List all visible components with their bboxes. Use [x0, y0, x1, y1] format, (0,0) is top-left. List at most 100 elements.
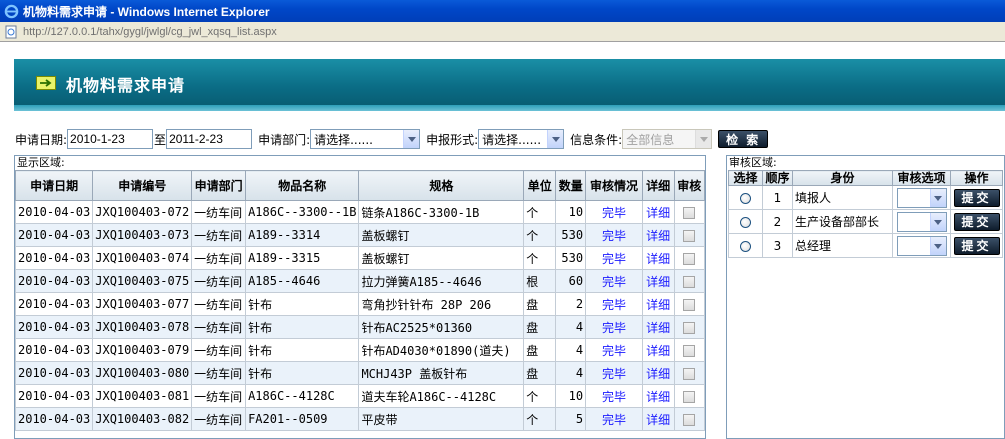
dept-select[interactable]: 请选择...... [310, 129, 421, 149]
status-link[interactable]: 完毕 [602, 344, 626, 358]
audit-row: 3 总经理 提交 [728, 233, 1003, 258]
status-link[interactable]: 完毕 [602, 275, 626, 289]
select-radio[interactable] [740, 240, 751, 252]
page-title: 机物料需求申请 [66, 76, 186, 95]
chevron-down-icon[interactable] [929, 189, 946, 207]
table-row: 2010-04-03 JXQ100403-078 一纺车间 针布 针布AC252… [15, 315, 705, 339]
cell-unit: 个 [523, 223, 557, 247]
cell-dept: 一纺车间 [191, 407, 247, 431]
cell-name: A186C--3300--1B [245, 200, 360, 224]
audit-checkbox[interactable] [683, 298, 696, 311]
status-link[interactable]: 完毕 [602, 252, 626, 266]
date-to-input[interactable] [166, 129, 253, 149]
status-link[interactable]: 完毕 [602, 206, 626, 220]
audit-checkbox[interactable] [683, 206, 696, 219]
col-header-audit[interactable]: 审核 [673, 170, 705, 201]
table-row: 2010-04-03 JXQ100403-082 一纺车间 FA201--050… [15, 407, 705, 431]
status-link[interactable]: 完毕 [602, 413, 626, 427]
detail-link[interactable]: 详细 [646, 298, 670, 312]
cell-code: JXQ100403-075 [92, 269, 193, 293]
form-select[interactable]: 请选择...... [478, 129, 565, 149]
detail-link[interactable]: 详细 [646, 206, 670, 220]
chevron-down-icon [695, 130, 712, 148]
audit-option-select[interactable] [896, 212, 947, 232]
cell-date: 2010-04-03 [15, 246, 94, 270]
table-row: 2010-04-03 JXQ100403-079 一纺车间 针布 针布AD403… [15, 338, 705, 362]
cell-unit: 个 [523, 246, 557, 270]
date-from-input[interactable] [67, 129, 154, 149]
info-label: 信息条件: [570, 132, 623, 147]
chevron-down-icon[interactable] [403, 130, 420, 148]
status-link[interactable]: 完毕 [602, 229, 626, 243]
cell-code: JXQ100403-072 [92, 200, 193, 224]
submit-button[interactable]: 提交 [953, 236, 1000, 255]
audit-checkbox[interactable] [683, 321, 696, 334]
audit-row: 1 填报人 提交 [728, 185, 1003, 210]
detail-link[interactable]: 详细 [646, 367, 670, 381]
col-header-detail[interactable]: 详细 [641, 170, 675, 201]
form-select-value: 请选择...... [482, 132, 542, 147]
cell-spec: 拉力弹簧A185--4646 [358, 269, 525, 293]
cell-code: JXQ100403-074 [92, 246, 193, 270]
col-header-name[interactable]: 物品名称 [245, 170, 360, 201]
banner-underline [14, 105, 1005, 111]
search-button[interactable]: 检 索 [718, 130, 769, 148]
cell-unit: 盘 [523, 292, 557, 316]
detail-link[interactable]: 详细 [646, 252, 670, 266]
select-radio[interactable] [740, 192, 751, 204]
cell-order: 2 [762, 209, 793, 234]
detail-link[interactable]: 详细 [646, 321, 670, 335]
detail-link[interactable]: 详细 [646, 229, 670, 243]
chevron-down-icon[interactable] [547, 130, 564, 148]
submit-button[interactable]: 提交 [953, 212, 1000, 231]
table-row: 2010-04-03 JXQ100403-074 一纺车间 A189--3315… [15, 246, 705, 270]
audit-checkbox[interactable] [683, 275, 696, 288]
status-link[interactable]: 完毕 [602, 298, 626, 312]
detail-link[interactable]: 详细 [646, 413, 670, 427]
cell-name: FA201--0509 [245, 407, 360, 431]
status-link[interactable]: 完毕 [602, 367, 626, 381]
cell-role: 生产设备部部长 [792, 209, 893, 234]
audit-checkbox[interactable] [683, 252, 696, 265]
form-label: 申报形式: [426, 132, 479, 147]
col-header-spec[interactable]: 规格 [358, 170, 525, 201]
address-bar[interactable]: http://127.0.0.1/tahx/gygl/jwlgl/cg_jwl_… [0, 22, 1005, 42]
cell-dept: 一纺车间 [191, 384, 247, 408]
cell-qty: 530 [555, 246, 587, 270]
to-label: 至 [154, 132, 167, 147]
cell-dept: 一纺车间 [191, 315, 247, 339]
cell-dept: 一纺车间 [191, 200, 247, 224]
address-url[interactable]: http://127.0.0.1/tahx/gygl/jwlgl/cg_jwl_… [23, 26, 277, 38]
audit-checkbox[interactable] [683, 390, 696, 403]
select-radio[interactable] [740, 216, 751, 228]
dept-select-value: 请选择...... [314, 132, 373, 147]
col-header-code[interactable]: 申请编号 [92, 170, 193, 201]
chevron-down-icon[interactable] [929, 213, 946, 231]
detail-link[interactable]: 详细 [646, 344, 670, 358]
col-header-status[interactable]: 审核情况 [585, 170, 643, 201]
cell-qty: 10 [555, 384, 587, 408]
status-link[interactable]: 完毕 [602, 390, 626, 404]
cell-spec: 弯角抄针针布 28P 206 [358, 292, 525, 316]
col-header-date[interactable]: 申请日期 [15, 170, 94, 201]
display-area-caption: 显示区域: [17, 156, 65, 169]
audit-checkbox[interactable] [683, 229, 696, 242]
detail-link[interactable]: 详细 [646, 390, 670, 404]
col-header-qty[interactable]: 数量 [555, 170, 587, 201]
audit-checkbox[interactable] [683, 344, 696, 357]
chevron-down-icon[interactable] [929, 237, 946, 255]
status-link[interactable]: 完毕 [602, 321, 626, 335]
cell-code: JXQ100403-082 [92, 407, 193, 431]
audit-option-select[interactable] [896, 188, 947, 208]
table-row: 2010-04-03 JXQ100403-075 一纺车间 A185--4646… [15, 269, 705, 293]
col-header-option: 审核选项 [892, 170, 951, 186]
audit-option-select[interactable] [896, 236, 947, 256]
detail-link[interactable]: 详细 [646, 275, 670, 289]
submit-button[interactable]: 提交 [953, 188, 1000, 207]
cell-role: 填报人 [792, 185, 893, 210]
cell-unit: 根 [523, 269, 557, 293]
audit-checkbox[interactable] [683, 367, 696, 380]
col-header-unit[interactable]: 单位 [523, 170, 557, 201]
col-header-dept[interactable]: 申请部门 [191, 170, 247, 201]
audit-checkbox[interactable] [683, 413, 696, 426]
